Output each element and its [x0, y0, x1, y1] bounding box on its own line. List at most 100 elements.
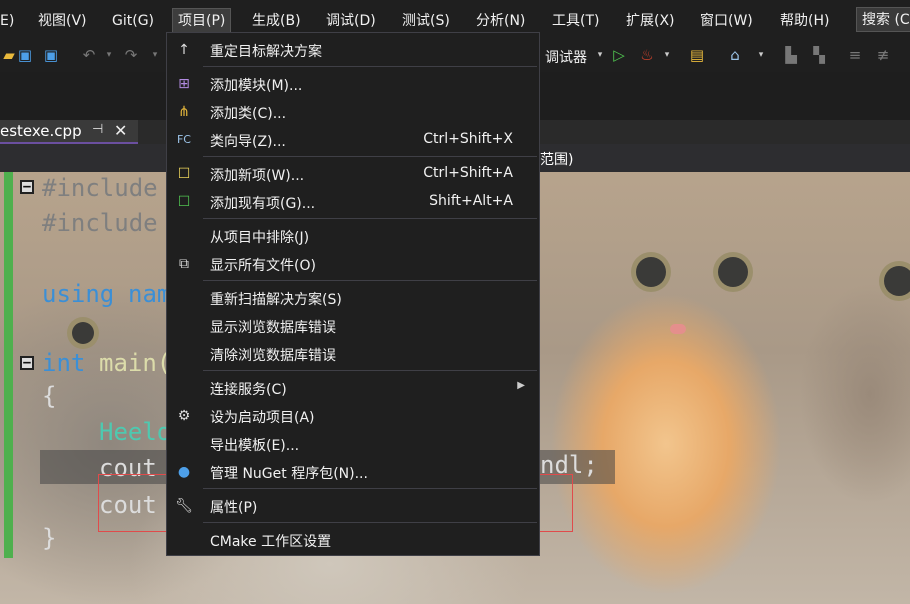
menu-item-add-new-item[interactable]: ☐ 添加新项(W)... Ctrl+Shift+A [167, 161, 539, 187]
start-icon[interactable]: ▷ [610, 46, 628, 64]
menu-test[interactable]: 测试(S) [402, 10, 450, 32]
menu-debug[interactable]: 调试(D) [326, 10, 376, 32]
menu-item-rescan-solution[interactable]: 重新扫描解决方案(S) [167, 285, 539, 311]
indent-icon[interactable]: ▚ [810, 46, 828, 64]
gear-icon: ⚙ [177, 408, 191, 424]
code-line-using: using [42, 280, 115, 308]
menu-separator [203, 66, 537, 67]
menu-item-properties[interactable]: 🔧︎ 属性(P) [167, 493, 539, 519]
background-cat-nose [670, 324, 686, 334]
menu-separator [203, 370, 537, 371]
project-menu: ↑ 重定目标解决方案 ⊞ 添加模块(M)... ⋔ 添加类(C)... FC 类… [166, 32, 540, 556]
scope-dropdown[interactable]: 范围) [540, 149, 573, 169]
background-cat3-eye [72, 322, 94, 344]
background-cat-eye-left [636, 257, 666, 287]
undo-icon[interactable]: ↶ [80, 46, 98, 64]
menu-extensions[interactable]: 扩展(X) [626, 10, 675, 32]
wrench-icon: 🔧︎ [175, 498, 193, 514]
menu-item-shortcut: Shift+Alt+A [429, 193, 513, 209]
search-box[interactable]: 搜索 (C [856, 7, 910, 32]
add-existing-item-icon: ☐ [177, 194, 191, 210]
close-icon[interactable]: ✕ [114, 121, 127, 140]
menu-edit[interactable]: E) [0, 10, 14, 32]
menu-item-add-module[interactable]: ⊞ 添加模块(M)... [167, 71, 539, 97]
menu-item-label: 重定目标解决方案 [210, 44, 322, 60]
menu-item-label: CMake 工作区设置 [210, 534, 332, 550]
code-line-int: int [42, 349, 86, 377]
menu-analyze[interactable]: 分析(N) [476, 10, 525, 32]
code-line-heelo: Heelo [99, 418, 172, 446]
align-icon[interactable]: ▙ [782, 46, 800, 64]
menu-item-export-template[interactable]: 导出模板(E)... [167, 431, 539, 457]
code-line-1: #include [42, 174, 158, 202]
menu-item-shortcut: Ctrl+Shift+X [423, 131, 513, 147]
menu-item-label: 添加模块(M)... [210, 78, 303, 94]
hot-reload-dropdown-icon[interactable]: ▾ [658, 46, 676, 64]
submenu-arrow-icon: ▶ [517, 380, 525, 391]
menu-build[interactable]: 生成(B) [252, 10, 301, 32]
menu-item-class-wizard[interactable]: FC 类向导(Z)... Ctrl+Shift+X [167, 127, 539, 153]
menu-item-show-all-files[interactable]: ⧉ 显示所有文件(O) [167, 251, 539, 277]
save-all-icon[interactable]: ▣ [42, 46, 60, 64]
redo-icon[interactable]: ↷ [122, 46, 140, 64]
menu-item-show-browse-db-errors[interactable]: 显示浏览数据库错误 [167, 313, 539, 339]
menu-item-label: 添加类(C)... [210, 106, 287, 122]
add-class-icon: ⋔ [178, 104, 190, 120]
fold-toggle-icon[interactable]: − [20, 180, 34, 194]
layout-dropdown-icon[interactable]: ▾ [752, 46, 770, 64]
class-wizard-icon: FC [176, 133, 191, 146]
window-layout-icon[interactable]: ⌂ [726, 46, 744, 64]
menu-item-clear-browse-db-errors[interactable]: 清除浏览数据库错误 [167, 341, 539, 367]
code-line-namespace: nam [128, 280, 172, 308]
fold-toggle-icon[interactable]: − [20, 356, 34, 370]
tab-file[interactable]: estexe.cpp ⊣ ✕ [0, 120, 138, 144]
outdent-icon[interactable]: ≡ [846, 46, 864, 64]
menu-item-label: 属性(P) [210, 500, 258, 516]
menu-item-add-existing-item[interactable]: ☐ 添加现有项(G)... Shift+Alt+A [167, 189, 539, 215]
menu-separator [203, 218, 537, 219]
menu-item-label: 管理 NuGet 程序包(N)... [210, 466, 368, 482]
menu-item-connected-services[interactable]: 连接服务(C) ▶ [167, 375, 539, 401]
tab-file-label: estexe.cpp [0, 122, 82, 140]
comment-icon[interactable]: ≢ [874, 46, 892, 64]
menu-item-set-as-startup[interactable]: ⚙ 设为启动项目(A) [167, 403, 539, 429]
menu-item-exclude-from-project[interactable]: 从项目中排除(J) [167, 223, 539, 249]
menu-window[interactable]: 窗口(W) [700, 10, 753, 32]
menu-item-cmake-workspace-settings[interactable]: CMake 工作区设置 [167, 527, 539, 553]
save-icon[interactable]: ▣ [16, 46, 34, 64]
undo-dropdown-icon[interactable]: ▾ [100, 46, 118, 64]
menu-tools[interactable]: 工具(T) [552, 10, 599, 32]
add-module-icon: ⊞ [178, 76, 190, 92]
add-new-item-icon: ☐ [177, 166, 191, 182]
menu-item-label: 添加现有项(G)... [210, 196, 316, 212]
menu-item-label: 显示浏览数据库错误 [210, 320, 336, 336]
background-cat-eye-right [718, 257, 748, 287]
menu-view[interactable]: 视图(V) [38, 10, 87, 32]
menu-git[interactable]: Git(G) [112, 10, 154, 32]
background-cat2-eye [884, 266, 910, 296]
menu-item-label: 设为启动项目(A) [210, 410, 315, 426]
arrow-up-icon: ↑ [178, 42, 190, 58]
menu-item-label: 清除浏览数据库错误 [210, 348, 336, 364]
hot-reload-icon[interactable]: ♨ [638, 46, 656, 64]
menu-item-label: 连接服务(C) [210, 382, 287, 398]
debugger-label[interactable]: 调试器 [545, 47, 587, 67]
redo-dropdown-icon[interactable]: ▾ [146, 46, 164, 64]
menu-item-manage-nuget[interactable]: ● 管理 NuGet 程序包(N)... [167, 459, 539, 485]
menu-separator [203, 488, 537, 489]
find-in-files-icon[interactable]: ▤ [688, 46, 706, 64]
code-line-open-brace: { [42, 382, 57, 410]
pin-icon[interactable]: ⊣ [92, 122, 103, 137]
menu-item-label: 导出模板(E)... [210, 438, 300, 454]
menu-item-label: 显示所有文件(O) [210, 258, 316, 274]
debugger-dropdown-icon[interactable]: ▾ [591, 46, 609, 64]
menu-item-label: 从项目中排除(J) [210, 230, 310, 246]
menu-item-label: 类向导(Z)... [210, 134, 286, 150]
menu-help[interactable]: 帮助(H) [780, 10, 829, 32]
code-line-main: main( [99, 349, 172, 377]
menu-project[interactable]: 项目(P) [172, 8, 232, 34]
code-line-close-brace: } [42, 524, 57, 552]
menu-item-retarget-solution[interactable]: ↑ 重定目标解决方案 [167, 37, 539, 63]
menu-item-add-class[interactable]: ⋔ 添加类(C)... [167, 99, 539, 125]
menu-separator [203, 522, 537, 523]
